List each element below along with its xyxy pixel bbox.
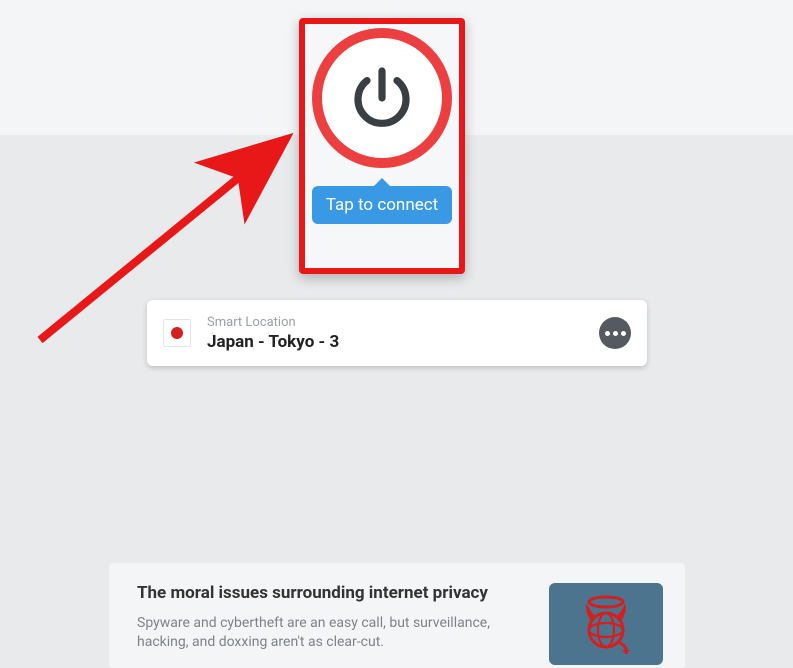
more-icon bbox=[621, 331, 626, 336]
power-icon bbox=[346, 62, 418, 134]
article-title: The moral issues surrounding internet pr… bbox=[137, 583, 527, 604]
connect-section: Tap to connect bbox=[309, 28, 455, 224]
article-desc: Spyware and cybertheft are an easy call,… bbox=[137, 614, 527, 652]
location-label: Smart Location bbox=[207, 315, 599, 330]
more-icon bbox=[613, 331, 618, 336]
devil-globe-icon bbox=[578, 594, 634, 654]
connect-tooltip-text: Tap to connect bbox=[326, 195, 438, 215]
location-text: Smart Location Japan - Tokyo - 3 bbox=[207, 315, 599, 352]
location-name: Japan - Tokyo - 3 bbox=[207, 332, 599, 352]
article-thumbnail bbox=[549, 583, 663, 665]
connect-button[interactable] bbox=[312, 28, 452, 168]
connect-tooltip: Tap to connect bbox=[312, 186, 452, 224]
location-more-button[interactable] bbox=[599, 317, 631, 349]
japan-flag-icon bbox=[163, 319, 191, 347]
more-icon bbox=[605, 331, 610, 336]
location-card[interactable]: Smart Location Japan - Tokyo - 3 bbox=[147, 300, 647, 366]
article-card[interactable]: The moral issues surrounding internet pr… bbox=[109, 563, 685, 668]
article-text: The moral issues surrounding internet pr… bbox=[137, 583, 527, 652]
